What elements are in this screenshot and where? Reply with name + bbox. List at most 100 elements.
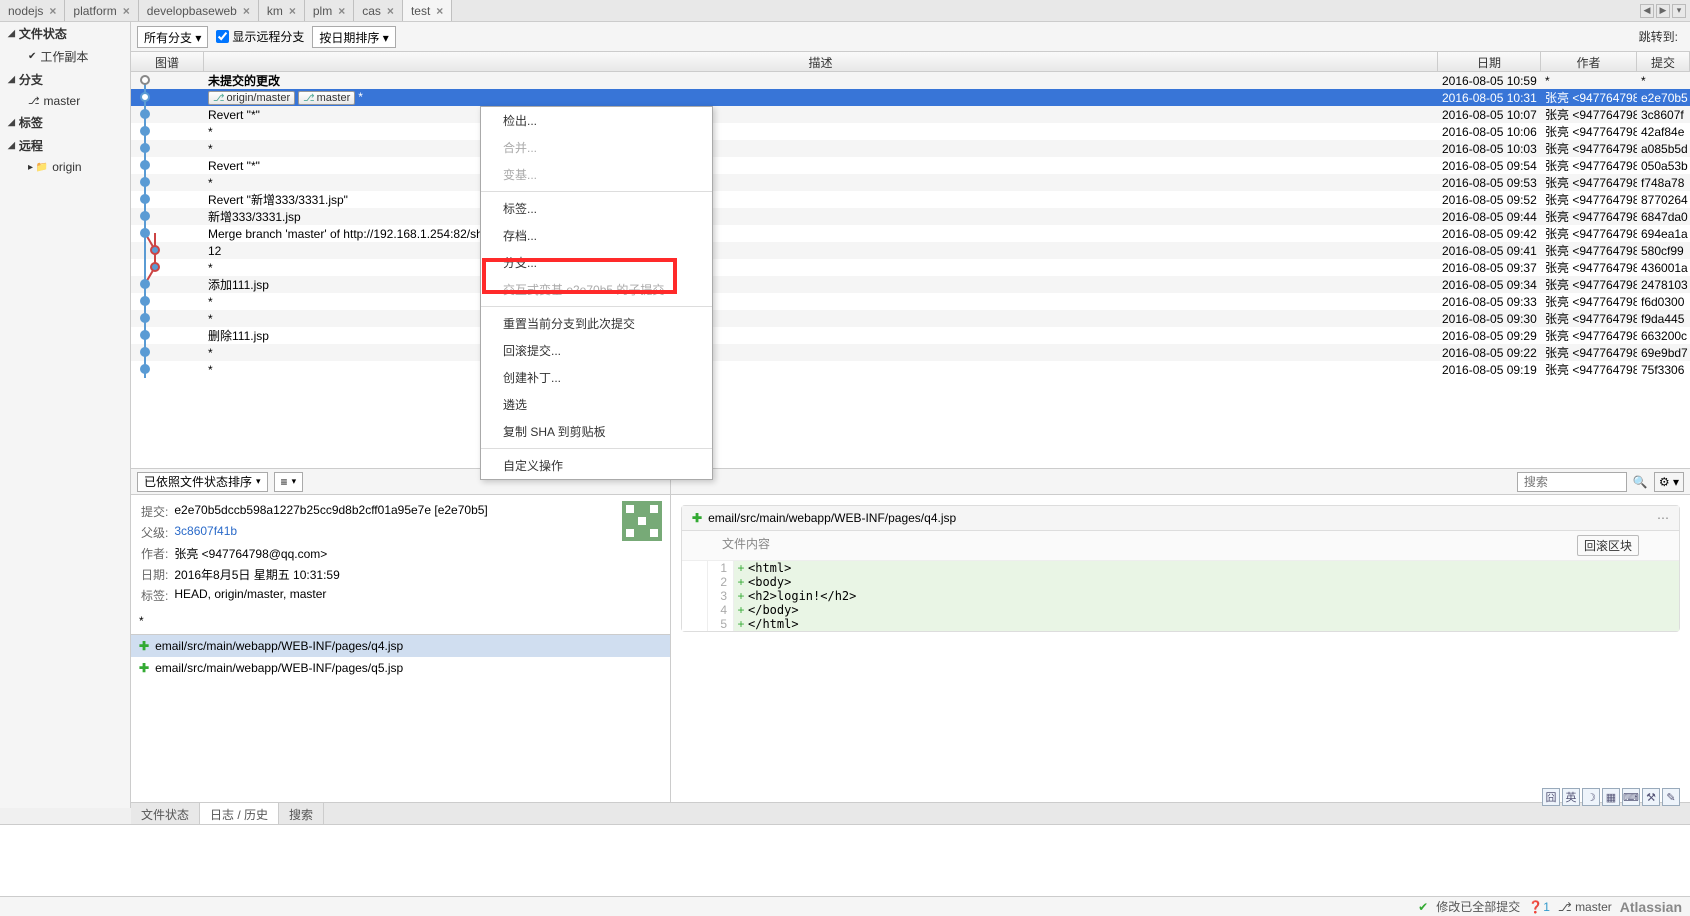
commit-row[interactable]: *2016-08-05 09:37张亮 <947764798436001a xyxy=(131,259,1690,276)
close-icon[interactable]: × xyxy=(338,4,345,18)
ime-button[interactable]: 英 xyxy=(1562,788,1580,806)
col-desc[interactable]: 描述 xyxy=(204,52,1438,71)
check-icon: ✔ xyxy=(1418,900,1428,914)
sidebar-item[interactable]: ▸ 📁origin xyxy=(0,157,130,177)
menu-item[interactable]: 标签... xyxy=(481,195,712,222)
ime-button[interactable]: ⌨ xyxy=(1622,788,1640,806)
col-commit[interactable]: 提交 xyxy=(1637,52,1690,71)
diff-line: 1+<html> xyxy=(682,561,1679,575)
menu-item: 交互式变基 e2e70b5 的子提交... xyxy=(481,276,712,303)
menu-item[interactable]: 重置当前分支到此次提交 xyxy=(481,310,712,337)
commit-row[interactable]: *2016-08-05 09:30张亮 <947764798f9da445 xyxy=(131,310,1690,327)
bottom-tab[interactable]: 文件状态 xyxy=(131,803,200,824)
menu-item[interactable]: 创建补丁... xyxy=(481,364,712,391)
sidebar-section-header[interactable]: ◢分支 xyxy=(0,68,130,91)
branch-icon: ⎇ xyxy=(303,93,315,104)
close-icon[interactable]: × xyxy=(436,4,443,18)
file-view-dropdown[interactable]: ≡▾ xyxy=(274,472,304,492)
commit-row[interactable]: Merge branch 'master' of http://192.168.… xyxy=(131,225,1690,242)
tab-list-icon[interactable]: ▾ xyxy=(1672,4,1686,18)
ime-button[interactable]: ⚒ xyxy=(1642,788,1660,806)
sidebar-section-header[interactable]: ◢标签 xyxy=(0,111,130,134)
commit-toolbar: 所有分支 ▾ 显示远程分支 按日期排序 ▾ 跳转到: xyxy=(131,22,1690,52)
show-remote-checkbox[interactable]: 显示远程分支 xyxy=(216,28,304,45)
col-graph[interactable]: 图谱 xyxy=(131,52,204,71)
ime-button[interactable]: ▦ xyxy=(1602,788,1620,806)
diff-line: 5+</html> xyxy=(682,617,1679,631)
menu-item[interactable]: 检出... xyxy=(481,107,712,134)
revert-hunk-button[interactable]: 回滚区块 xyxy=(1577,535,1639,556)
search-input[interactable] xyxy=(1517,472,1627,492)
commit-row[interactable]: ⎇origin/master⎇master*2016-08-05 10:31张亮… xyxy=(131,89,1690,106)
commit-row[interactable]: *2016-08-05 10:06张亮 <94776479842af84e xyxy=(131,123,1690,140)
commit-row[interactable]: *2016-08-05 09:53张亮 <947764798f748a78 xyxy=(131,174,1690,191)
jump-to-label[interactable]: 跳转到: xyxy=(1633,26,1684,47)
plus-icon: ✚ xyxy=(692,511,702,525)
repo-tab[interactable]: test× xyxy=(403,0,452,21)
menu-item[interactable]: 自定义操作 xyxy=(481,452,712,479)
commit-row[interactable]: *2016-08-05 09:33张亮 <947764798f6d0300 xyxy=(131,293,1690,310)
sidebar-item[interactable]: ✔工作副本 xyxy=(0,45,130,68)
meta-author-value: 张亮 <947764798@qq.com> xyxy=(174,545,491,564)
bottom-tab[interactable]: 搜索 xyxy=(279,803,324,824)
repo-tab[interactable]: plm× xyxy=(305,0,354,21)
repo-tab[interactable]: cas× xyxy=(354,0,403,21)
menu-item[interactable]: 存档... xyxy=(481,222,712,249)
tab-next-icon[interactable]: ▶ xyxy=(1656,4,1670,18)
meta-date-label: 日期: xyxy=(141,566,172,585)
tab-prev-icon[interactable]: ◀ xyxy=(1640,4,1654,18)
commit-row[interactable]: 添加111.jsp2016-08-05 09:34张亮 <94776479824… xyxy=(131,276,1690,293)
commit-row[interactable]: 122016-08-05 09:41张亮 <947764798580cf99 xyxy=(131,242,1690,259)
commit-row[interactable]: Revert "新增333/3331.jsp"2016-08-05 09:52张… xyxy=(131,191,1690,208)
menu-item[interactable]: 分支... xyxy=(481,249,712,276)
search-icon[interactable]: 🔍 xyxy=(1633,475,1648,489)
close-icon[interactable]: × xyxy=(123,4,130,18)
sidebar-section-header[interactable]: ◢文件状态 xyxy=(0,22,130,45)
commit-row[interactable]: 新增333/3331.jsp2016-08-05 09:44张亮 <947764… xyxy=(131,208,1690,225)
close-icon[interactable]: × xyxy=(387,4,394,18)
meta-commit-label: 提交: xyxy=(141,503,172,522)
menu-item[interactable]: 遴选 xyxy=(481,391,712,418)
commit-row[interactable]: *2016-08-05 09:19张亮 <94776479875f3306 xyxy=(131,361,1690,378)
meta-parent-link[interactable]: 3c8607f41b xyxy=(174,524,237,538)
repo-tab[interactable]: km× xyxy=(259,0,305,21)
gear-icon[interactable]: ⚙ ▾ xyxy=(1654,472,1684,492)
close-icon[interactable]: × xyxy=(289,4,296,18)
repo-tab[interactable]: developbaseweb× xyxy=(139,0,259,21)
close-icon[interactable]: × xyxy=(49,4,56,18)
menu-item[interactable]: 复制 SHA 到剪贴板 xyxy=(481,418,712,445)
diff-box: ✚ email/src/main/webapp/WEB-INF/pages/q4… xyxy=(681,505,1680,632)
commit-row[interactable]: 未提交的更改2016-08-05 10:59** xyxy=(131,72,1690,89)
ime-button[interactable]: 囧 xyxy=(1542,788,1560,806)
branch-filter-dropdown[interactable]: 所有分支 ▾ xyxy=(137,26,208,48)
help-icon[interactable]: ❓1 xyxy=(1528,900,1550,914)
commit-row[interactable]: *2016-08-05 09:22张亮 <94776479869e9bd7 xyxy=(131,344,1690,361)
file-item[interactable]: ✚email/src/main/webapp/WEB-INF/pages/q5.… xyxy=(131,657,670,679)
file-sort-dropdown[interactable]: 已依照文件状态排序▾ xyxy=(137,472,268,492)
details-right-toolbar: 🔍 ⚙ ▾ xyxy=(671,469,1690,495)
diff-content-label: 文件内容 xyxy=(722,535,770,556)
ime-button[interactable]: ☽ xyxy=(1582,788,1600,806)
close-icon[interactable]: × xyxy=(243,4,250,18)
diff-options-icon[interactable]: ⋯ xyxy=(1657,511,1669,525)
bottom-tab[interactable]: 日志 / 历史 xyxy=(200,803,279,824)
sidebar-section-header[interactable]: ◢远程 xyxy=(0,134,130,157)
menu-item[interactable]: 回滚提交... xyxy=(481,337,712,364)
diff-header: ✚ email/src/main/webapp/WEB-INF/pages/q4… xyxy=(682,506,1679,531)
file-item[interactable]: ✚email/src/main/webapp/WEB-INF/pages/q4.… xyxy=(131,635,670,657)
commit-row[interactable]: 删除111.jsp2016-08-05 09:29张亮 <94776479866… xyxy=(131,327,1690,344)
branch-indicator[interactable]: ⎇ master xyxy=(1558,900,1612,914)
commit-row[interactable]: *2016-08-05 10:03张亮 <947764798a085b5d xyxy=(131,140,1690,157)
plus-icon: ✚ xyxy=(139,661,149,675)
col-date[interactable]: 日期 xyxy=(1438,52,1541,71)
commit-row[interactable]: Revert "*"2016-08-05 10:07张亮 <9477647983… xyxy=(131,106,1690,123)
sidebar-item[interactable]: ⎇master xyxy=(0,91,130,111)
meta-parent-label: 父级: xyxy=(141,524,172,543)
sort-dropdown[interactable]: 按日期排序 ▾ xyxy=(312,26,395,48)
commit-row[interactable]: Revert "*"2016-08-05 09:54张亮 <9477647980… xyxy=(131,157,1690,174)
repo-tab[interactable]: platform× xyxy=(65,0,138,21)
repo-tab[interactable]: nodejs× xyxy=(0,0,65,21)
ime-button[interactable]: ✎ xyxy=(1662,788,1680,806)
col-author[interactable]: 作者 xyxy=(1541,52,1637,71)
bottom-tab-bar: 文件状态日志 / 历史搜索 xyxy=(131,802,1690,824)
